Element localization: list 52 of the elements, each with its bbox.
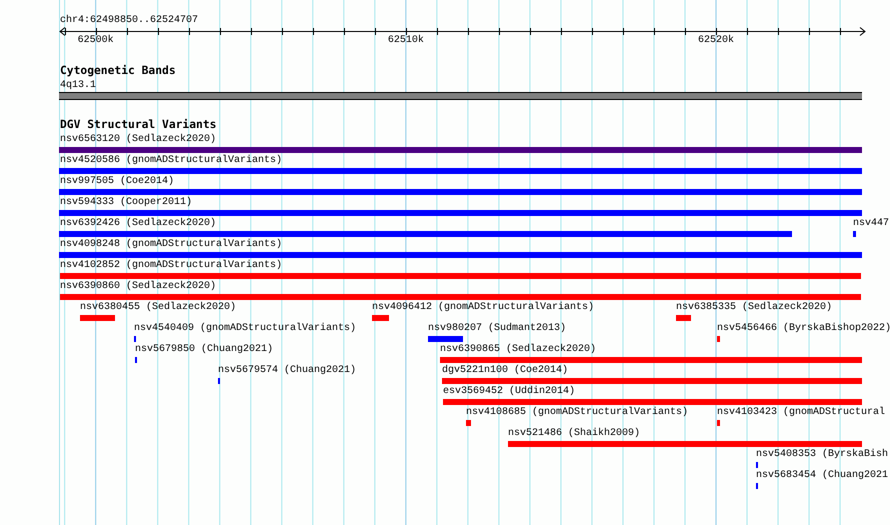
- variant-label[interactable]: nsv6390860 (Sedlazeck2020): [60, 281, 216, 293]
- variant-label[interactable]: nsv6563120 (Sedlazeck2020): [60, 134, 216, 146]
- variant-bar[interactable]: [59, 210, 862, 216]
- variant-label[interactable]: nsv6392426 (Sedlazeck2020): [60, 218, 216, 230]
- variant-label[interactable]: nsv6390865 (Sedlazeck2020): [440, 344, 596, 356]
- variant-label[interactable]: nsv521486 (Shaikh2009): [508, 428, 640, 440]
- variant-label[interactable]: esv3569452 (Uddin2014): [443, 386, 576, 398]
- variant-label[interactable]: dgv5221n100 (Coe2014): [442, 365, 568, 377]
- variant-label[interactable]: nsv447: [853, 218, 890, 230]
- variant-bar[interactable]: [508, 441, 862, 447]
- variant-label[interactable]: nsv6385335 (Sedlazeck2020): [676, 302, 832, 314]
- variant-bar[interactable]: [717, 420, 720, 426]
- variant-bar[interactable]: [59, 189, 862, 195]
- variant-bar[interactable]: [442, 378, 862, 384]
- variant-label[interactable]: nsv4520586 (gnomADStructuralVariants): [60, 155, 282, 167]
- variant-bar[interactable]: [60, 294, 861, 300]
- variant-label[interactable]: nsv5679850 (Chuang2021): [135, 344, 274, 356]
- variant-bar[interactable]: [466, 420, 471, 426]
- tick-label: 62500k: [78, 35, 114, 47]
- variant-label[interactable]: nsv594333 (Cooper2011): [60, 197, 192, 209]
- variant-label[interactable]: nsv4102852 (gnomADStructuralVariants): [60, 260, 282, 272]
- variant-label[interactable]: nsv4096412 (gnomADStructuralVariants): [372, 302, 594, 314]
- variant-bar[interactable]: [372, 315, 389, 321]
- variant-bar[interactable]: [428, 336, 463, 342]
- location-label: chr4:62498850..62524707: [60, 15, 198, 27]
- variant-bar[interactable]: [60, 273, 861, 279]
- band-label: 4q13.1: [60, 80, 96, 92]
- variant-label[interactable]: nsv5456466 (ByrskaBishop2022): [717, 323, 890, 335]
- variant-label[interactable]: nsv6380455 (Sedlazeck2020): [80, 302, 236, 314]
- variant-label[interactable]: nsv4098248 (gnomADStructuralVariants): [60, 239, 282, 251]
- variant-bar[interactable]: [717, 336, 720, 342]
- variant-bar[interactable]: [59, 147, 862, 153]
- tick-label: 62520k: [698, 35, 734, 47]
- variant-bar[interactable]: [676, 315, 691, 321]
- variant-bar[interactable]: [59, 231, 792, 237]
- variant-label[interactable]: nsv5408353 (ByrskaBish: [756, 449, 888, 461]
- variant-bar[interactable]: [853, 231, 856, 237]
- variant-bar[interactable]: [443, 399, 862, 405]
- track-title: Cytogenetic Bands: [60, 65, 176, 77]
- variant-label[interactable]: nsv997505 (Coe2014): [60, 176, 174, 188]
- variant-label[interactable]: nsv5683454 (Chuang2021: [756, 470, 888, 482]
- variant-label[interactable]: nsv980207 (Sudmant2013): [428, 323, 566, 335]
- variant-label[interactable]: nsv4108685 (gnomADStructuralVariants): [466, 407, 688, 419]
- variant-bar[interactable]: [440, 357, 862, 363]
- variant-bar[interactable]: [59, 168, 862, 174]
- variant-bar[interactable]: [80, 315, 115, 321]
- track-title: DGV Structural Variants: [60, 119, 216, 131]
- variant-label[interactable]: nsv4540409 (gnomADStructuralVariants): [134, 323, 356, 335]
- tick-label: 62510k: [388, 35, 424, 47]
- variant-bar[interactable]: [59, 252, 862, 258]
- variant-label[interactable]: nsv4103423 (gnomADStructural: [717, 407, 886, 419]
- variant-label[interactable]: nsv5679574 (Chuang2021): [218, 365, 356, 377]
